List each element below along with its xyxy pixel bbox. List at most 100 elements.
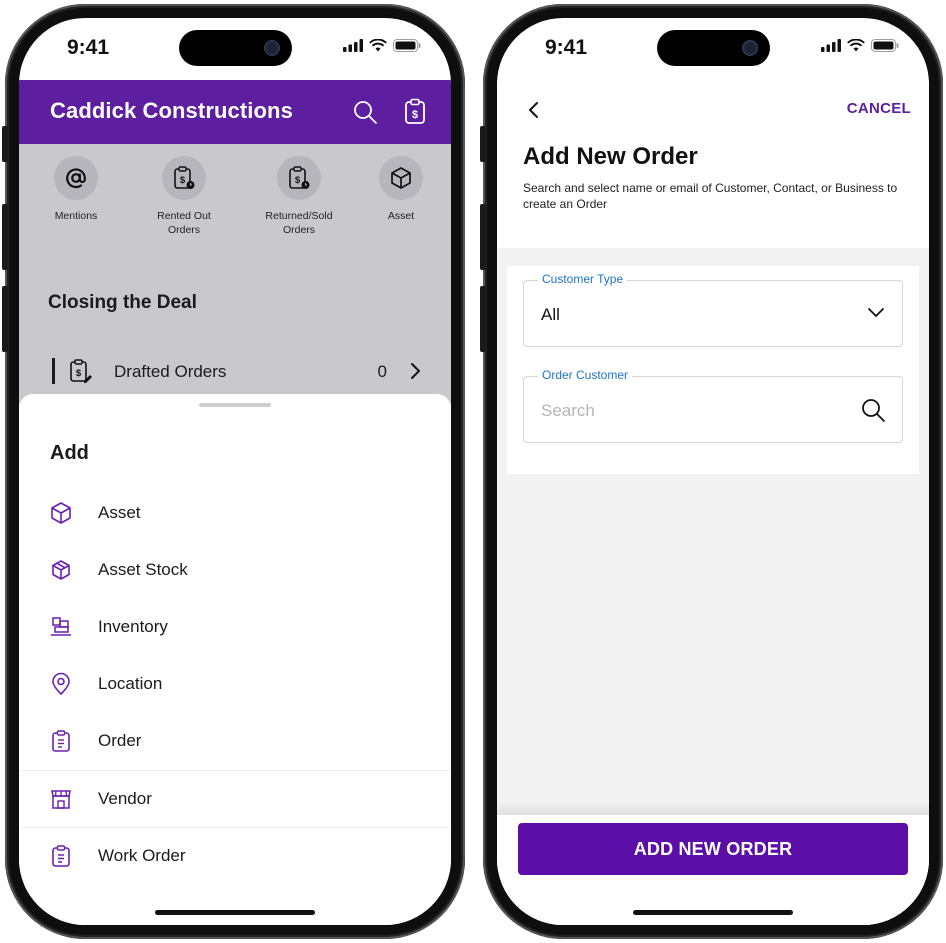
app-header: Caddick Constructions $ [19,80,451,144]
shortcut-label: Mentions [54,210,98,222]
order-form: Customer Type All Order Customer Search [507,266,919,474]
status-bar: 9:41 [19,18,451,80]
status-icons [343,39,421,52]
accent-bar [52,358,55,384]
camera-icon [742,40,758,56]
sheet-title: Add [50,442,89,464]
svg-text:$: $ [295,175,301,186]
menu-label: Asset Stock [98,560,188,579]
add-bottom-sheet: Add Asset Asset Stock Inventory Location… [19,394,451,925]
menu-label: Location [98,674,163,693]
phone-volume-down [2,286,8,352]
phone-volume-up [480,204,486,270]
shortcut-asset[interactable]: Asset [356,156,446,223]
at-sign-icon [66,168,86,189]
rented-circle: $ [162,156,206,200]
chevron-right-icon [411,363,421,379]
drafted-orders-row[interactable]: $ Drafted Orders 0 [48,356,429,386]
shortcut-returned-sold-orders[interactable]: $ Returned/Sold Orders [254,156,344,237]
right-phone-frame: 9:41 CANCEL Add New Order Search and sel… [480,4,943,939]
add-new-order-button[interactable]: ADD NEW ORDER [518,823,908,875]
wifi-icon [847,39,865,52]
menu-label: Work Order [98,846,186,865]
menu-label: Order [98,731,142,750]
page-header: CANCEL Add New Order Search and select n… [497,80,929,248]
location-pin-icon [52,672,70,696]
svg-text:$: $ [180,175,186,186]
shortcut-rented-out-orders[interactable]: $ Rented Out Orders [139,156,229,237]
signal-icon [343,39,363,52]
phone-action-button [480,126,486,162]
home-indicator[interactable] [633,910,793,915]
drafted-label: Drafted Orders [114,362,227,381]
menu-label: Vendor [98,789,152,808]
dynamic-island [657,30,770,66]
company-title: Caddick Constructions [50,98,293,123]
right-screen: 9:41 CANCEL Add New Order Search and sel… [497,18,929,925]
battery-icon [871,39,899,52]
add-item-asset-stock[interactable]: Asset Stock [19,542,451,599]
clipboard-edit-icon: $ [70,359,92,383]
cube-stack-icon [52,560,70,580]
dynamic-island [179,30,292,66]
clipboard-icon [52,845,70,867]
cube-icon [391,167,411,189]
search-icon[interactable] [860,397,886,423]
clipboard-dollar-icon[interactable]: $ [404,98,426,125]
home-indicator[interactable] [155,910,315,915]
svg-text:$: $ [76,368,82,379]
clipboard-icon [52,730,70,752]
phone-volume-up [2,204,8,270]
camera-icon [264,40,280,56]
cancel-button[interactable]: CANCEL [847,100,911,117]
order-customer-search[interactable]: Order Customer Search [523,368,903,443]
inventory-icon [51,617,71,636]
field-label: Order Customer [538,368,633,382]
status-time: 9:41 [67,36,110,59]
storefront-icon [51,790,71,809]
add-item-location[interactable]: Location [19,656,451,713]
chevron-left-icon[interactable] [527,100,541,120]
status-icons [821,39,899,52]
field-label: Customer Type [538,272,628,286]
add-item-vendor[interactable]: Vendor [19,770,451,828]
wifi-icon [369,39,387,52]
add-item-inventory[interactable]: Inventory [19,599,451,656]
customer-type-select[interactable]: Customer Type All [523,272,903,347]
cube-icon [51,502,71,524]
sheet-drag-handle[interactable] [199,403,271,407]
footer-bar: ADD NEW ORDER [497,801,929,925]
add-item-order[interactable]: Order [19,713,451,770]
clipboard-dollar-clock-icon: $ [289,166,310,189]
add-item-asset[interactable]: Asset [19,485,451,542]
left-screen: 9:41 Caddick Constructions $ Mentions $ … [19,18,451,925]
signal-icon [821,39,841,52]
footer-shadow [497,801,929,815]
search-icon[interactable] [352,99,378,125]
left-phone-frame: 9:41 Caddick Constructions $ Mentions $ … [2,4,465,939]
customer-type-value: All [541,305,560,324]
returned-circle: $ [277,156,321,200]
chevron-down-icon [868,308,884,318]
section-title: Closing the Deal [48,292,197,313]
menu-label: Asset [98,503,141,522]
dimmed-dashboard: Mentions $ Rented Out Orders $ Returned/S… [19,144,451,404]
clipboard-dollar-clock-icon: $ [174,166,195,189]
search-placeholder: Search [541,401,595,420]
shortcut-mentions[interactable]: Mentions [31,156,121,223]
phone-action-button [2,126,8,162]
battery-icon [393,39,421,52]
status-time: 9:41 [545,36,588,59]
svg-text:$: $ [412,109,418,121]
shortcut-label: Returned/Sold Orders [265,210,333,236]
menu-label: Inventory [98,617,168,636]
add-item-work-order[interactable]: Work Order [19,827,451,885]
mentions-circle [54,156,98,200]
asset-circle [379,156,423,200]
page-title: Add New Order [523,143,698,170]
status-bar: 9:41 [497,18,929,80]
page-subtitle: Search and select name or email of Custo… [523,181,898,211]
shortcut-label: Asset [387,210,415,222]
phone-volume-down [480,286,486,352]
drafted-count: 0 [377,362,387,381]
